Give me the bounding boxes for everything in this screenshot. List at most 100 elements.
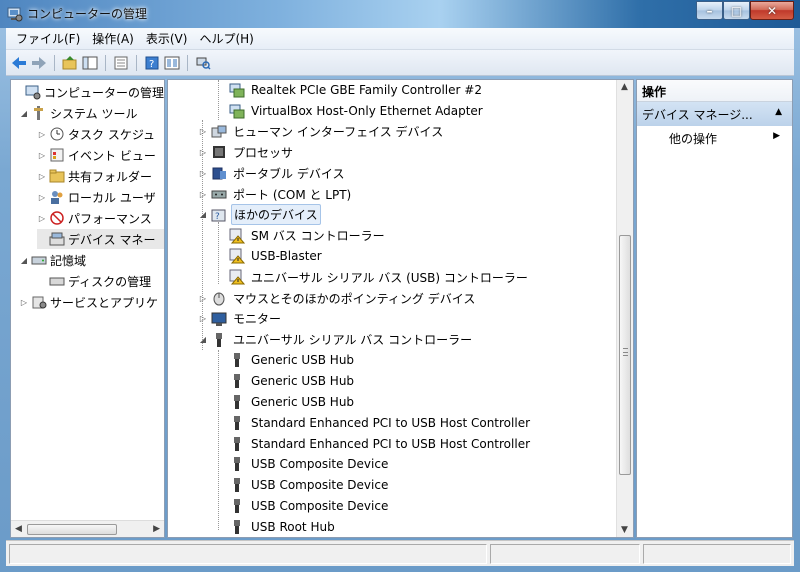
expand-arrow-icon[interactable]: ▷ [37, 193, 47, 202]
usb-icon [234, 415, 240, 430]
usb-icon [234, 499, 240, 513]
view-button[interactable] [163, 54, 181, 72]
forward-button[interactable] [30, 54, 48, 72]
device-tree-item[interactable]: ◢? ほかのデバイス [198, 204, 321, 226]
collapse-arrow-icon[interactable]: ◢ [19, 256, 29, 265]
close-button[interactable]: ✕ [750, 1, 794, 20]
help-button[interactable]: ? [143, 54, 161, 72]
tree-item-device-manager[interactable]: デバイス マネー [37, 229, 164, 249]
back-button[interactable] [10, 54, 28, 72]
menu-file[interactable]: ファイル(F) [10, 30, 86, 47]
properties-icon [114, 56, 128, 69]
device-tree-item[interactable]: ▷ ポータブル デバイス [198, 163, 346, 183]
expand-arrow-icon[interactable]: ▷ [37, 130, 47, 139]
device-tree-item-label: Generic USB Hub [251, 395, 355, 409]
device-tree-item[interactable]: Generic USB Hub [226, 392, 356, 412]
device-tree-item-label: ヒューマン インターフェイス デバイス [233, 125, 444, 140]
expand-arrow-icon[interactable]: ▷ [37, 151, 47, 160]
tree-item-system-tools[interactable]: ◢ システム ツール [19, 103, 137, 123]
expand-arrow-icon[interactable]: ▷ [37, 172, 47, 181]
tree-item-computer-management[interactable]: コンピューターの管理 ( [13, 82, 164, 102]
collapse-arrow-icon[interactable]: ◢ [19, 109, 29, 118]
device-tree-item[interactable]: SM バス コントローラー [226, 226, 387, 246]
collapse-arrow-icon[interactable]: ◢ [198, 335, 208, 344]
device-tree-item-label: USB Root Hub [251, 519, 335, 534]
tree-item-task-scheduler[interactable]: ▷ タスク スケジュ [37, 124, 155, 144]
tree-item-storage[interactable]: ◢ 記憶域 [19, 250, 86, 270]
scroll-right-icon[interactable]: ▶ [153, 524, 160, 534]
console-tree-button[interactable] [81, 54, 99, 72]
tree-item-local-users[interactable]: ▷ ローカル ユーザ [37, 187, 156, 207]
properties-button[interactable] [112, 54, 130, 72]
scroll-down-icon[interactable]: ▼ [621, 525, 628, 535]
actions-pane: 操作 デバイス マネージ... ▲ 他の操作 ▶ [636, 79, 793, 538]
scrollbar-thumb[interactable] [27, 524, 117, 535]
maximize-button[interactable]: □ [723, 1, 750, 20]
device-tree-item-label: モニター [233, 312, 282, 327]
other-actions-item[interactable]: 他の操作 ▶ [637, 128, 792, 148]
services-icon [32, 296, 47, 309]
tree-item-shared-folders[interactable]: ▷ 共有フォルダー [37, 166, 152, 186]
expand-arrow-icon[interactable]: ▷ [198, 169, 208, 178]
expand-arrow-icon[interactable]: ▷ [198, 294, 208, 303]
device-tree-item[interactable]: ▷ プロセッサ [198, 142, 295, 162]
device-tree-item[interactable]: ◢ ユニバーサル シリアル バス コントローラー [198, 330, 474, 350]
device-tree-item[interactable]: USB Root Hub [226, 517, 337, 537]
device-tree-item[interactable]: USB Composite Device [226, 454, 390, 474]
device-tree-item[interactable]: USB Composite Device [226, 475, 390, 495]
tree-item-disk-management[interactable]: ディスクの管理 [37, 271, 151, 291]
scroll-up-icon[interactable]: ▲ [621, 82, 628, 92]
console-tree-pane[interactable]: コンピューターの管理 ( ◢ システム ツール ▷ タスク スケジュ ▷ イベン… [10, 79, 165, 538]
scan-hardware-button[interactable] [194, 54, 212, 72]
expand-arrow-icon[interactable]: ▷ [37, 214, 47, 223]
collapse-up-icon[interactable]: ▲ [775, 107, 782, 117]
device-tree-item[interactable]: ▷ マウスとそのほかのポインティング デバイス [198, 288, 477, 308]
tree-item-event-viewer[interactable]: ▷ イベント ビュー [37, 145, 156, 165]
tree-item-services-applications[interactable]: ▷ サービスとアプリケ [19, 292, 158, 312]
menu-action[interactable]: 操作(A) [86, 30, 140, 47]
scan-hardware-icon [196, 57, 211, 70]
grip-icon [623, 348, 628, 356]
actions-item-label: 他の操作 [669, 132, 718, 146]
device-tree-item-label: USB-Blaster [251, 249, 322, 264]
scroll-left-icon[interactable]: ◀ [15, 524, 22, 534]
collapse-arrow-icon[interactable]: ◢ [198, 210, 208, 219]
device-tree-item[interactable]: Generic USB Hub [226, 350, 356, 370]
tree-item-performance[interactable]: ▷ パフォーマンス [37, 208, 152, 228]
device-tree-item[interactable]: Standard Enhanced PCI to USB Host Contro… [226, 413, 532, 433]
tree-item-label: タスク スケジュ [68, 127, 155, 142]
vertical-scrollbar[interactable]: ▲ ▼ [616, 80, 633, 537]
device-tree-item[interactable]: ▷ モニター [198, 309, 283, 329]
device-tree-item-label: Realtek PCIe GBE Family Controller #2 [251, 83, 482, 97]
device-tree-item[interactable]: ▷ ヒューマン インターフェイス デバイス [198, 122, 445, 142]
device-tree-item[interactable]: VirtualBox Host-Only Ethernet Adapter [226, 101, 485, 121]
expand-arrow-icon[interactable]: ▷ [19, 298, 29, 307]
horizontal-scrollbar[interactable]: ◀ ▶ [11, 520, 164, 537]
device-tree-item-label: USB Composite Device [251, 457, 389, 472]
device-tree-item-label: USB Composite Device [251, 478, 389, 493]
expand-arrow-icon[interactable]: ▷ [198, 127, 208, 136]
expand-arrow-icon[interactable]: ▷ [198, 314, 208, 323]
device-tree-item[interactable]: ▷ ポート (COM と LPT) [198, 184, 353, 204]
title-bar[interactable]: コンピューターの管理 – □ ✕ [0, 0, 800, 28]
actions-section-label: デバイス マネージ... [642, 108, 753, 122]
device-tree-item[interactable]: Generic USB Hub [226, 371, 356, 391]
expand-arrow-icon[interactable]: ▷ [198, 148, 208, 157]
actions-section-device-manager[interactable]: デバイス マネージ... ▲ [637, 102, 792, 126]
forward-arrow-icon [32, 56, 46, 69]
device-tree-item[interactable]: Realtek PCIe GBE Family Controller #2 [226, 80, 484, 100]
device-tree-pane[interactable]: Realtek PCIe GBE Family Controller #2 Vir… [167, 79, 634, 538]
toolbar-separator [187, 54, 188, 71]
monitor-icon [211, 312, 227, 326]
device-tree-item-label: SM バス コントローラー [251, 229, 385, 244]
device-tree-item[interactable]: USB Composite Device [226, 496, 390, 516]
device-tree-item[interactable]: Standard Enhanced PCI to USB Host Contro… [226, 434, 532, 454]
minimize-button[interactable]: – [696, 1, 723, 20]
menu-view[interactable]: 表示(V) [140, 30, 194, 47]
scrollbar-thumb[interactable] [619, 235, 631, 475]
menu-help[interactable]: ヘルプ(H) [193, 30, 259, 47]
device-tree-item[interactable]: USB-Blaster [226, 246, 324, 266]
up-button[interactable] [61, 54, 79, 72]
expand-arrow-icon[interactable]: ▷ [198, 190, 208, 199]
device-tree-item[interactable]: ユニバーサル シリアル バス (USB) コントローラー [226, 267, 530, 287]
